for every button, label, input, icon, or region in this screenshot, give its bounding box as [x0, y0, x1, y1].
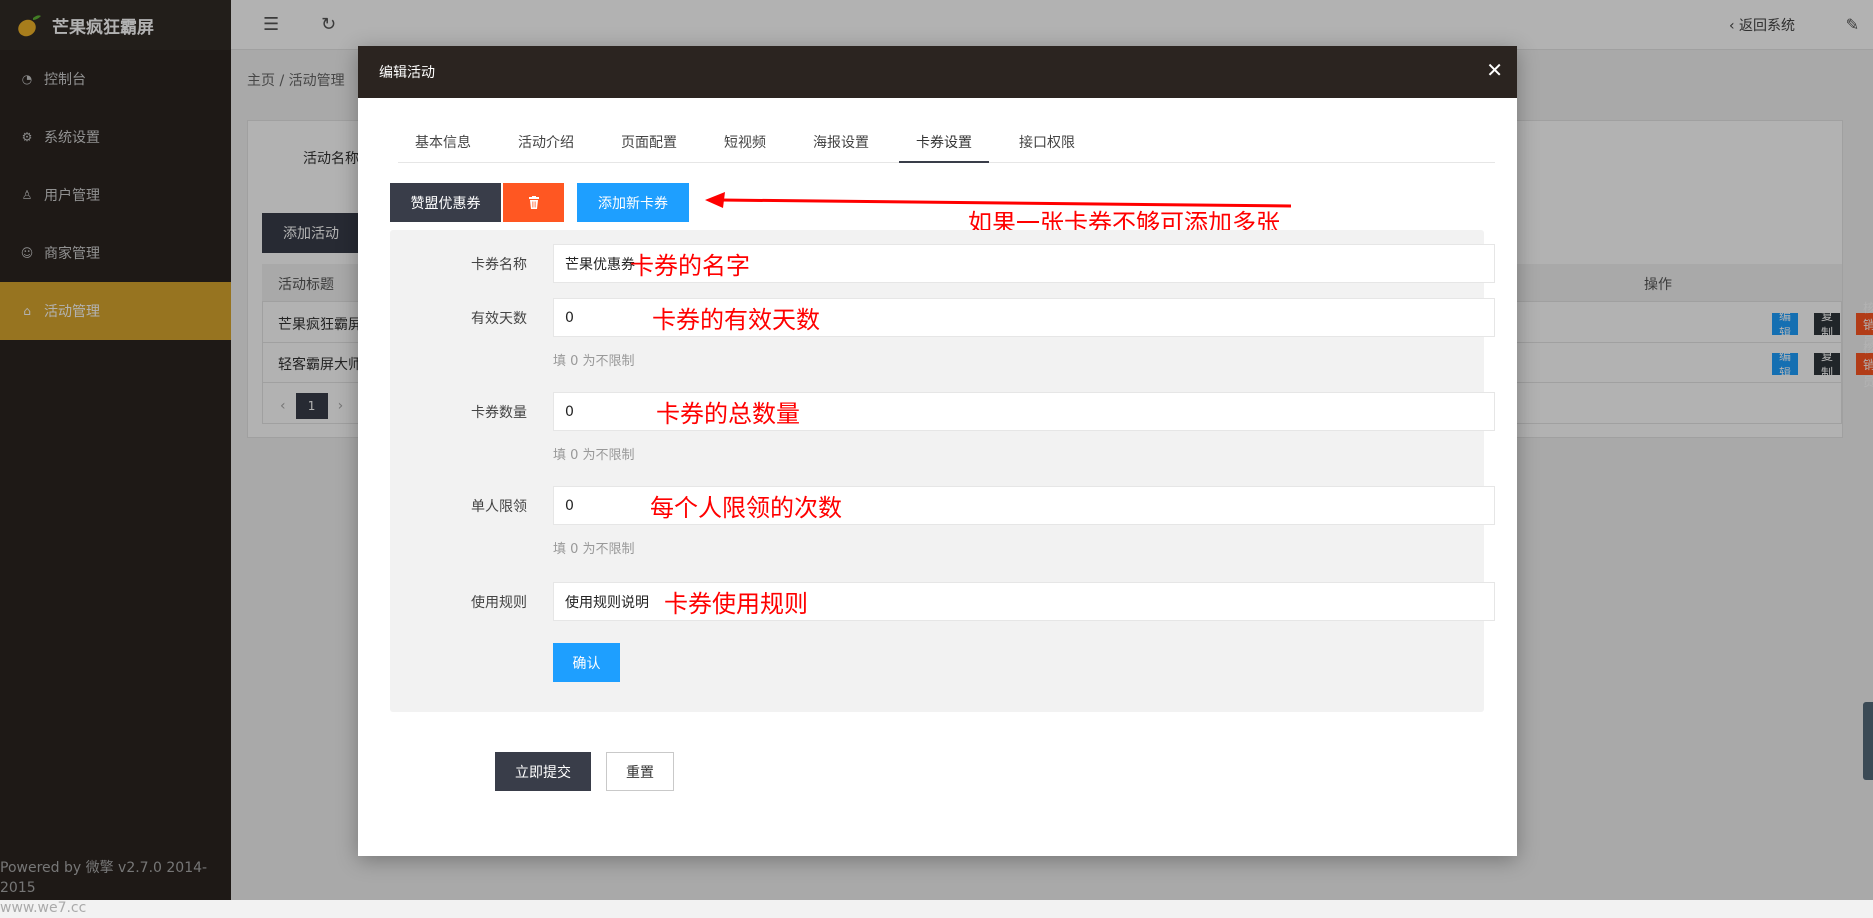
tab-poster[interactable]: 海报设置 [796, 123, 886, 163]
per-person-limit-label: 单人限领 [471, 499, 527, 515]
per-person-limit-hint: 填 0 为不限制 [553, 542, 635, 557]
valid-days-label: 有效天数 [471, 311, 527, 327]
annotation-limit: 每个人限领的次数 [650, 494, 842, 522]
trash-icon [528, 196, 539, 209]
annotation-count: 卡券的总数量 [656, 400, 800, 428]
annotation-rule: 卡券使用规则 [664, 590, 808, 618]
tab-api-permission[interactable]: 接口权限 [1002, 123, 1092, 163]
modal-tabs: 基本信息 活动介绍 页面配置 短视频 海报设置 卡券设置 接口权限 [398, 123, 1495, 163]
coupon-count-label: 卡券数量 [471, 405, 527, 421]
add-new-coupon-button[interactable]: 添加新卡券 [577, 183, 689, 222]
coupon-tab-button[interactable]: 赞盟优惠券 [390, 183, 501, 222]
tab-basic-info[interactable]: 基本信息 [398, 123, 488, 163]
tab-page-config[interactable]: 页面配置 [604, 123, 694, 163]
confirm-button[interactable]: 确认 [553, 643, 620, 682]
powered-link[interactable]: www.we7.cc [0, 898, 231, 918]
coupon-form: 卡券名称 芒果优惠券 卡券的名字 有效天数 0 卡券的有效天数 填 0 为不限制… [390, 230, 1495, 712]
annotation-name: 卡券的名字 [630, 252, 750, 280]
coupon-name-label: 卡券名称 [471, 257, 527, 273]
modal-header: 编辑活动 ✕ [358, 46, 1517, 98]
close-icon[interactable]: ✕ [1486, 60, 1503, 80]
usage-rule-label: 使用规则 [471, 595, 527, 611]
tab-intro[interactable]: 活动介绍 [501, 123, 591, 163]
tab-short-video[interactable]: 短视频 [707, 123, 783, 163]
valid-days-hint: 填 0 为不限制 [553, 354, 635, 369]
annotation-days: 卡券的有效天数 [652, 306, 820, 334]
side-widget[interactable] [1863, 702, 1873, 780]
tab-coupon-settings[interactable]: 卡券设置 [899, 123, 989, 163]
coupon-count-hint: 填 0 为不限制 [553, 448, 635, 463]
reset-button[interactable]: 重置 [606, 752, 674, 791]
delete-coupon-button[interactable] [503, 183, 564, 222]
modal-title: 编辑活动 [379, 65, 435, 81]
edit-activity-modal: 编辑活动 ✕ 基本信息 活动介绍 页面配置 短视频 海报设置 卡券设置 接口权限… [358, 46, 1517, 856]
submit-button[interactable]: 立即提交 [495, 752, 591, 791]
